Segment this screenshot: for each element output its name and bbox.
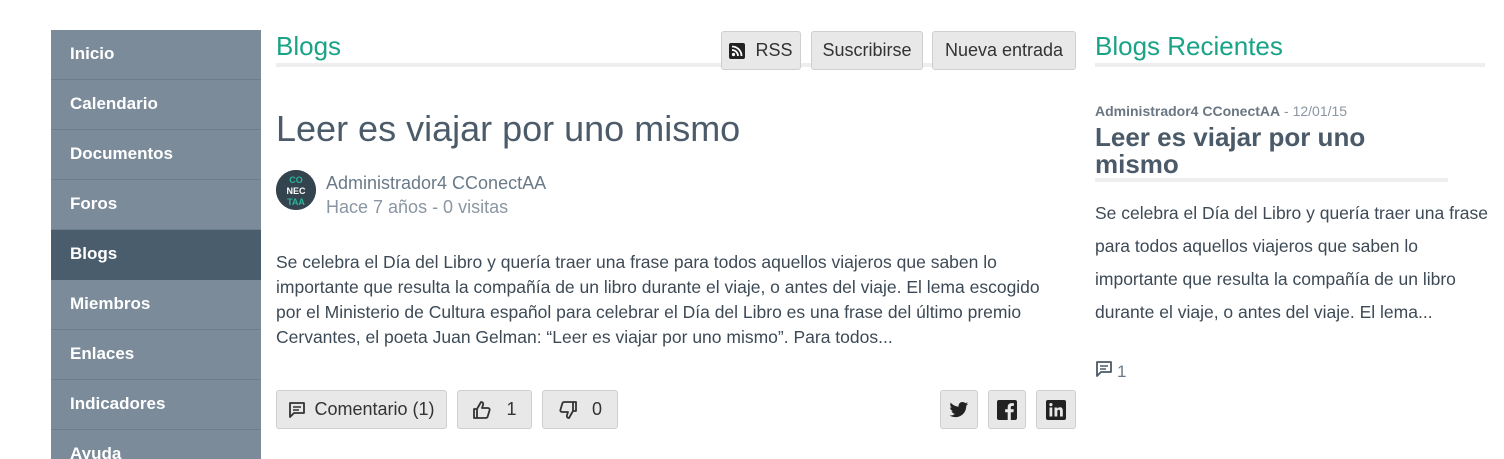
- comment-label: Comentario (1): [314, 399, 435, 419]
- recent-comment-count: 1: [1117, 361, 1127, 381]
- sidebar-nav: Inicio Calendario Documentos Foros Blogs…: [51, 30, 261, 459]
- thumbs-down-icon: [558, 400, 578, 420]
- recent-post-date: - 12/01/15: [1280, 103, 1348, 119]
- sidebar-item-indicadores[interactable]: Indicadores: [51, 380, 261, 430]
- linkedin-share-button[interactable]: [1036, 390, 1076, 429]
- recent-post-title[interactable]: Leer es viajar por uno mismo: [1095, 124, 1455, 178]
- rss-icon: [729, 42, 746, 59]
- new-post-button[interactable]: Nueva entrada: [932, 31, 1076, 70]
- svg-text:NEC: NEC: [286, 186, 306, 196]
- section-title-blogs: Blogs: [276, 31, 342, 61]
- facebook-icon: [997, 399, 1017, 420]
- comment-icon: [288, 401, 306, 419]
- svg-text:TAA: TAA: [287, 197, 305, 207]
- sidebar-item-foros[interactable]: Foros: [51, 180, 261, 230]
- recent-post-meta: Administrador4 CConectAA - 12/01/15: [1095, 103, 1347, 119]
- twitter-share-button[interactable]: [940, 390, 978, 429]
- post-excerpt: Se celebra el Día del Libro y quería tra…: [276, 252, 1040, 347]
- twitter-icon: [949, 401, 969, 419]
- post-meta: Hace 7 años - 0 visitas: [326, 197, 509, 217]
- sidebar-item-enlaces[interactable]: Enlaces: [51, 330, 261, 380]
- svg-text:CO: CO: [289, 175, 303, 185]
- sidebar-item-miembros[interactable]: Miembros: [51, 280, 261, 330]
- post-author[interactable]: Administrador4 CConectAA: [326, 173, 546, 194]
- subscribe-button[interactable]: Suscribirse: [811, 31, 923, 70]
- recent-post-comments[interactable]: 1: [1095, 360, 1126, 383]
- recent-section-divider: [1095, 63, 1485, 67]
- sidebar-item-blogs[interactable]: Blogs: [51, 230, 261, 280]
- post-title[interactable]: Leer es viajar por uno mismo: [276, 108, 740, 150]
- recent-post-excerpt: Se celebra el Día del Libro y quería tra…: [1095, 203, 1488, 322]
- sidebar-item-calendario[interactable]: Calendario: [51, 80, 261, 130]
- thumbs-up-icon: [472, 400, 492, 420]
- section-title-recent-blogs: Blogs Recientes: [1095, 31, 1283, 61]
- linkedin-icon: [1046, 399, 1066, 420]
- sidebar-item-documentos[interactable]: Documentos: [51, 130, 261, 180]
- sidebar-item-inicio[interactable]: Inicio: [51, 30, 261, 80]
- like-count: 1: [506, 399, 517, 419]
- recent-title-divider: [1095, 178, 1448, 182]
- dislike-count: 0: [591, 399, 602, 419]
- rss-button[interactable]: RSS: [721, 31, 801, 70]
- comment-icon: [1095, 360, 1113, 383]
- avatar[interactable]: CO NEC TAA: [276, 170, 316, 210]
- dislike-button[interactable]: 0: [542, 390, 618, 429]
- rss-label: RSS: [755, 40, 793, 60]
- recent-post-author[interactable]: Administrador4 CConectAA: [1095, 103, 1280, 119]
- like-button[interactable]: 1: [457, 390, 532, 429]
- sidebar-item-ayuda[interactable]: Ayuda: [51, 430, 261, 459]
- facebook-share-button[interactable]: [988, 390, 1026, 429]
- comment-button[interactable]: Comentario (1): [276, 390, 447, 429]
